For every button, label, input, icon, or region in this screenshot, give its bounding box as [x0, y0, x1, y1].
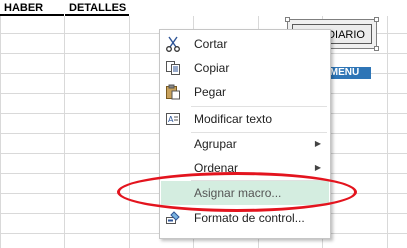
- resize-handle[interactable]: [374, 17, 379, 22]
- menu-item-copiar[interactable]: Copiar: [161, 56, 329, 80]
- menu-item-modificar-texto[interactable]: A Modificar texto: [161, 107, 329, 131]
- menu-item-pegar[interactable]: Pegar: [161, 80, 329, 104]
- format-control-icon: [165, 210, 181, 226]
- menu-item-label: Ordenar: [194, 161, 239, 175]
- paste-icon: [165, 84, 181, 100]
- context-menu: Cortar Copiar Pegar A Modificar texto Ag…: [159, 29, 331, 239]
- submenu-arrow-icon: ▶: [314, 139, 321, 148]
- menu-item-ordenar[interactable]: Ordenar ▶: [161, 156, 329, 180]
- column-divider: [64, 0, 65, 248]
- menu-item-label: Formato de control...: [194, 211, 305, 225]
- scissors-icon: [165, 36, 181, 52]
- menu-item-label: Cortar: [194, 37, 228, 51]
- column-divider: [387, 0, 388, 248]
- menu-item-label: Agrupar: [194, 137, 237, 151]
- svg-text:A: A: [168, 115, 174, 124]
- copy-icon: [165, 60, 181, 76]
- column-divider: [129, 0, 130, 248]
- menu-item-label: Asignar macro...: [194, 186, 282, 200]
- menu-item-label: Pegar: [194, 85, 227, 99]
- resize-handle[interactable]: [285, 17, 290, 22]
- menu-item-label: Modificar texto: [194, 112, 273, 126]
- menu-item-label: Copiar: [194, 61, 230, 75]
- resize-handle[interactable]: [374, 46, 379, 51]
- header-cell-haber[interactable]: HABER: [0, 0, 64, 16]
- menu-item-formato-de-control[interactable]: Formato de control...: [161, 206, 329, 230]
- menu-item-asignar-macro[interactable]: Asignar macro...: [161, 181, 329, 205]
- menu-item-cortar[interactable]: Cortar: [161, 32, 329, 56]
- edit-text-icon: A: [165, 111, 181, 127]
- header-row: HABER DETALLES: [0, 0, 407, 16]
- header-cell-detalles[interactable]: DETALLES: [65, 0, 129, 16]
- submenu-arrow-icon: ▶: [314, 163, 321, 172]
- menu-item-agrupar[interactable]: Agrupar ▶: [161, 132, 329, 156]
